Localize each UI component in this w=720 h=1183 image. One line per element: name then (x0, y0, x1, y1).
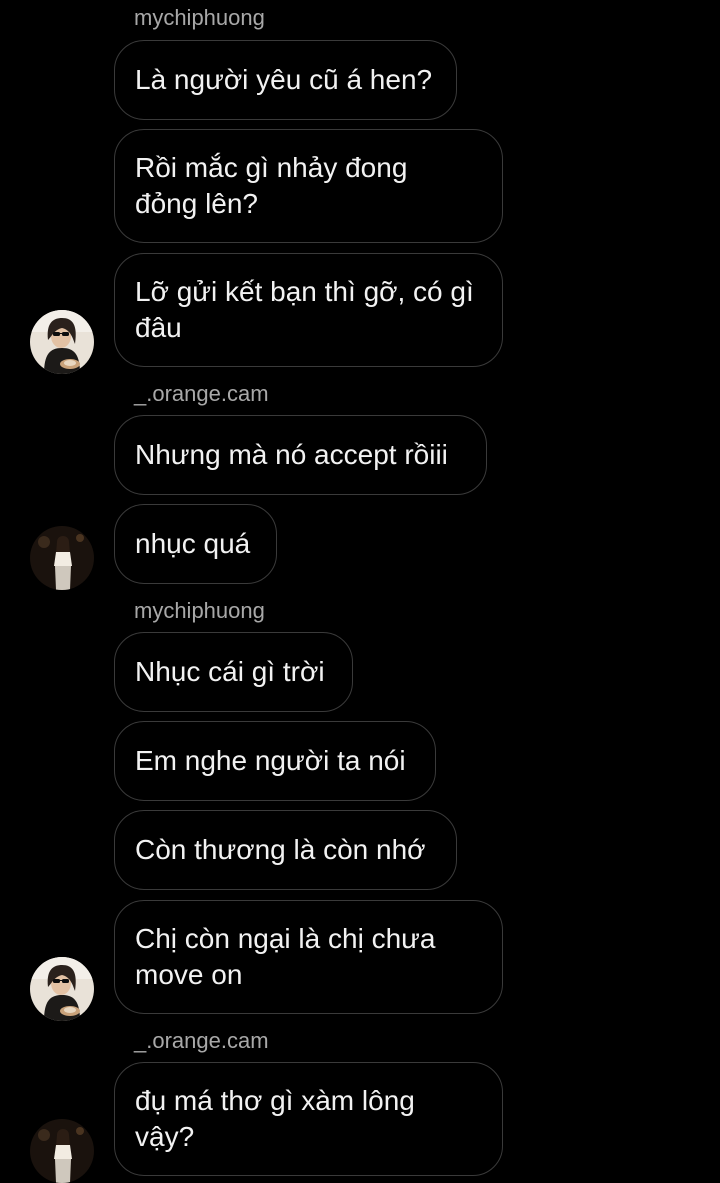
avatar-orange-cam[interactable] (30, 526, 94, 590)
message-text: Chị còn ngại là chị chưa move on (135, 923, 436, 990)
message-bubble[interactable]: nhục quá (114, 504, 277, 584)
message-bubble[interactable]: Em nghe người ta nói (114, 721, 436, 801)
message-text: Còn thương là còn nhớ (135, 834, 426, 865)
message-text: Nhục cái gì trời (135, 656, 325, 687)
woman-standing-avatar-icon (30, 1119, 94, 1183)
message-bubble[interactable]: Còn thương là còn nhớ (114, 810, 457, 890)
message-text: đụ má thơ gì xàm lông vậy? (135, 1085, 415, 1152)
woman-sunglasses-avatar-icon (30, 957, 94, 1021)
message-bubble[interactable]: Nhục cái gì trời (114, 632, 353, 712)
message-bubble[interactable]: đụ má thơ gì xàm lông vậy? (114, 1062, 503, 1176)
woman-standing-avatar-icon (30, 526, 94, 590)
message-text: nhục quá (135, 528, 251, 559)
message-bubble[interactable]: Lỡ gửi kết bạn thì gỡ, có gì đâu (114, 253, 503, 367)
dm-thread-screen: { "messages": [ {"sender": "mychiphuong"… (0, 0, 720, 1183)
message-bubble[interactable]: Chị còn ngại là chị chưa move on (114, 900, 503, 1014)
avatar-orange-cam[interactable] (30, 1119, 94, 1183)
message-bubble[interactable]: Là người yêu cũ á hen? (114, 40, 457, 120)
message-text: Rồi mắc gì nhảy đong đỏng lên? (135, 152, 408, 219)
message-bubble[interactable]: Rồi mắc gì nhảy đong đỏng lên? (114, 129, 503, 243)
sender-username[interactable]: _.orange.cam (134, 381, 269, 407)
avatar-mychiphuong[interactable] (30, 957, 94, 1021)
sender-username[interactable]: _.orange.cam (134, 1028, 269, 1054)
message-text: Là người yêu cũ á hen? (135, 64, 433, 95)
message-text: Nhưng mà nó accept rồiii (135, 439, 448, 470)
message-text: Lỡ gửi kết bạn thì gỡ, có gì đâu (135, 276, 474, 343)
sender-username[interactable]: mychiphuong (134, 598, 265, 624)
message-text: Em nghe người ta nói (135, 745, 406, 776)
woman-sunglasses-avatar-icon (30, 310, 94, 374)
sender-username[interactable]: mychiphuong (134, 5, 265, 31)
message-bubble[interactable]: Nhưng mà nó accept rồiii (114, 415, 487, 495)
avatar-mychiphuong[interactable] (30, 310, 94, 374)
